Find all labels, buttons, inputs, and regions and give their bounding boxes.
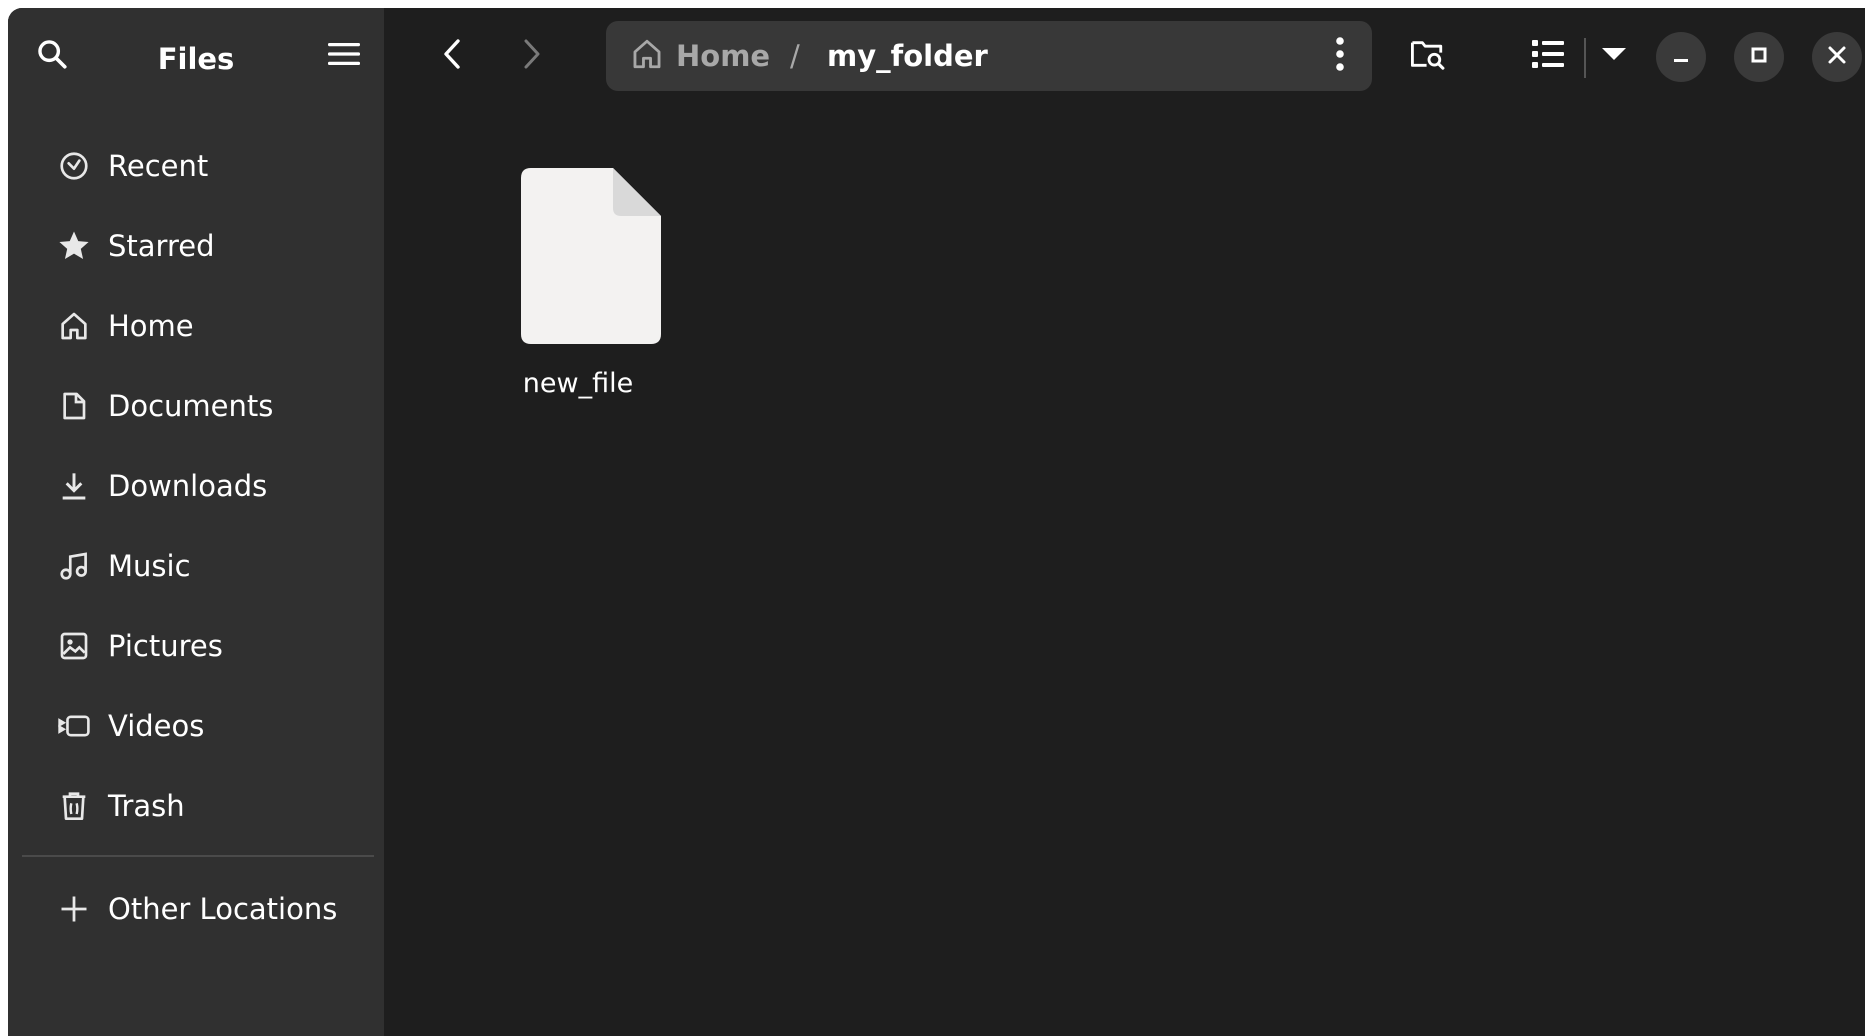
maximize-button[interactable]	[1734, 32, 1784, 82]
breadcrumb-current-folder[interactable]: my_folder	[827, 39, 988, 73]
sidebar-item-starred[interactable]: Starred	[20, 206, 372, 286]
sidebar-item-pictures[interactable]: Pictures	[20, 606, 372, 686]
picture-icon	[56, 628, 92, 664]
list-view-icon	[1532, 39, 1564, 73]
app-title: Files	[157, 42, 235, 76]
search-in-folder-button[interactable]	[1400, 30, 1456, 82]
sidebar-other-locations-section: Other Locations	[20, 869, 372, 949]
trash-icon	[56, 788, 92, 824]
breadcrumb-home[interactable]: Home	[630, 37, 770, 75]
hamburger-menu-icon	[328, 40, 360, 72]
sidebar-item-label: Videos	[108, 709, 205, 743]
sidebar-places: Recent Starred Home Documents Downloads …	[20, 126, 372, 846]
sidebar-item-label: Pictures	[108, 629, 223, 663]
search-button[interactable]	[24, 28, 80, 84]
sidebar-item-label: Downloads	[108, 469, 268, 503]
sidebar-header: Files	[8, 8, 384, 104]
header-bar: Home / my_folder	[384, 8, 1865, 104]
folder-search-icon	[1409, 37, 1447, 75]
home-icon	[56, 308, 92, 344]
sidebar-item-music[interactable]: Music	[20, 526, 372, 606]
sidebar-item-label: Starred	[108, 229, 215, 263]
file-view[interactable]: new_file	[384, 104, 1865, 1036]
close-button[interactable]	[1812, 32, 1862, 82]
video-icon	[56, 708, 92, 744]
sidebar-item-label: Music	[108, 549, 191, 583]
sidebar-item-label: Other Locations	[108, 892, 338, 926]
view-options-dropdown[interactable]	[1590, 30, 1638, 82]
sidebar-item-downloads[interactable]: Downloads	[20, 446, 372, 526]
plus-icon	[56, 891, 92, 927]
sidebar-item-trash[interactable]: Trash	[20, 766, 372, 846]
clock-icon	[56, 148, 92, 184]
view-button-divider	[1584, 38, 1586, 78]
chevron-right-icon	[521, 38, 543, 74]
sidebar-item-label: Home	[108, 309, 194, 343]
forward-button[interactable]	[504, 30, 560, 82]
file-item[interactable]: new_file	[496, 164, 661, 399]
sidebar-item-other-locations[interactable]: Other Locations	[20, 869, 372, 949]
back-button[interactable]	[424, 30, 480, 82]
sidebar-item-label: Trash	[108, 789, 185, 823]
chevron-left-icon	[441, 38, 463, 74]
download-icon	[56, 468, 92, 504]
music-icon	[56, 548, 92, 584]
close-icon	[1827, 45, 1847, 69]
file-name: new_file	[522, 368, 634, 399]
sidebar-divider	[22, 855, 374, 857]
minimize-icon	[1672, 46, 1690, 68]
home-icon	[630, 37, 664, 75]
sidebar-item-label: Documents	[108, 389, 274, 423]
vertical-dots-icon	[1335, 36, 1345, 76]
search-icon	[35, 37, 69, 75]
list-view-button[interactable]	[1520, 30, 1576, 82]
sidebar-item-recent[interactable]: Recent	[20, 126, 372, 206]
breadcrumb-separator: /	[790, 39, 800, 73]
folder-menu-button[interactable]	[1316, 30, 1364, 82]
maximize-icon	[1750, 46, 1768, 68]
star-icon	[56, 228, 92, 264]
sidebar-item-videos[interactable]: Videos	[20, 686, 372, 766]
sidebar-item-documents[interactable]: Documents	[20, 366, 372, 446]
path-bar: Home / my_folder	[606, 21, 1372, 91]
sidebar-item-label: Recent	[108, 149, 209, 183]
sidebar: Files Recent Starred Home Documents Down…	[8, 8, 384, 1036]
main-menu-button[interactable]	[316, 28, 372, 84]
breadcrumb-home-label: Home	[676, 39, 771, 73]
sidebar-item-home[interactable]: Home	[20, 286, 372, 366]
file-icon	[521, 168, 661, 350]
files-window: Files Recent Starred Home Documents Down…	[8, 8, 1865, 1036]
minimize-button[interactable]	[1656, 32, 1706, 82]
document-icon	[56, 388, 92, 424]
chevron-down-icon	[1601, 46, 1627, 66]
